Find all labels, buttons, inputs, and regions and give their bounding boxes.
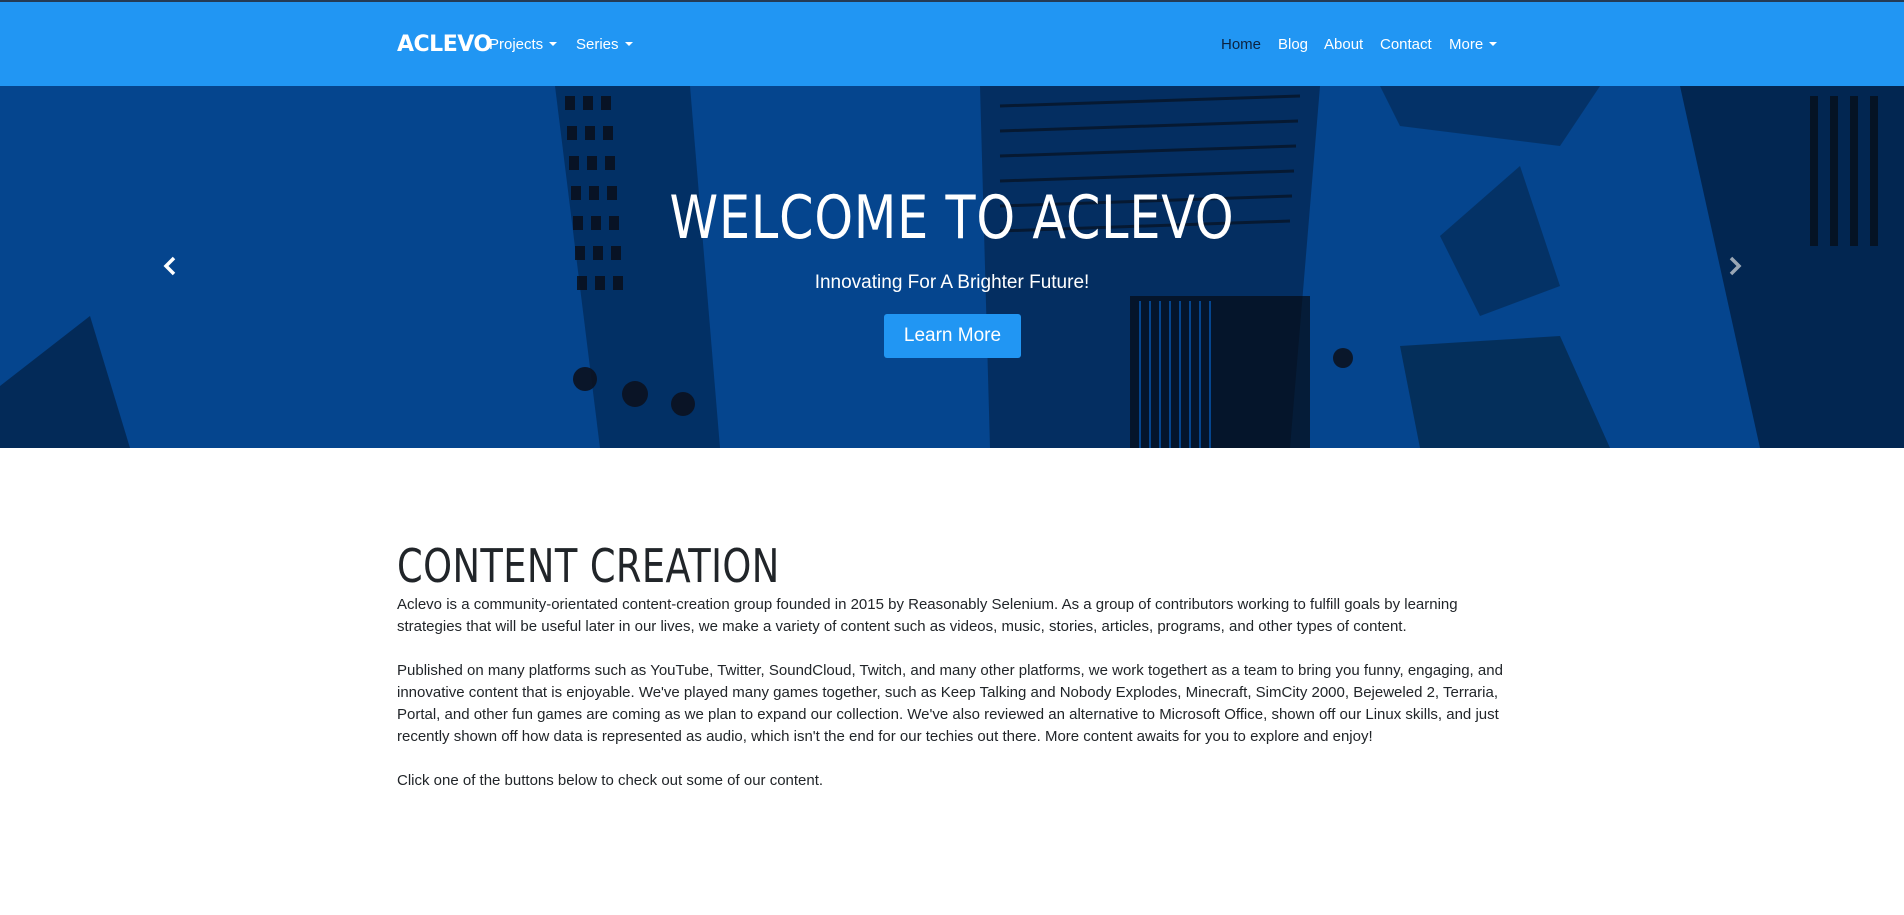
nav-series-dropdown[interactable]: Series — [576, 36, 633, 53]
nav-series-label: Series — [576, 36, 619, 53]
nav-home[interactable]: Home — [1221, 36, 1261, 53]
nav-more-dropdown[interactable]: More — [1449, 36, 1498, 53]
content-section: CONTENT CREATION Aclevo is a community-o… — [397, 539, 1507, 792]
learn-more-button[interactable]: Learn More — [884, 314, 1021, 358]
nav-contact[interactable]: Contact — [1380, 36, 1432, 53]
nav-blog[interactable]: Blog — [1278, 36, 1308, 53]
caret-down-icon — [549, 42, 558, 46]
nav-projects-dropdown[interactable]: Projects — [489, 36, 558, 53]
hero-background-image — [0, 86, 1904, 448]
hero-title: WELCOME TO ACLEVO — [669, 183, 1235, 253]
content-paragraph-intro: Aclevo is a community-orientated content… — [397, 596, 1458, 635]
hero-carousel: WELCOME TO ACLEVO Innovating For A Brigh… — [0, 86, 1904, 448]
caret-down-icon — [1489, 42, 1498, 46]
nav-about[interactable]: About — [1324, 36, 1363, 53]
content-paragraph-cta: Click one of the buttons below to check … — [397, 772, 824, 789]
navbar: ACLEVO Projects Series Home Blog About C… — [0, 0, 1904, 86]
nav-more-label: More — [1449, 36, 1484, 53]
hero-subtitle: Innovating For A Brighter Future! — [814, 272, 1090, 293]
nav-projects-label: Projects — [489, 36, 544, 53]
brand-logo[interactable]: ACLEVO — [397, 32, 492, 57]
content-paragraph-platforms: Published on many platforms such as YouT… — [397, 662, 1503, 745]
content-heading: CONTENT CREATION — [397, 539, 780, 593]
caret-down-icon — [624, 42, 633, 46]
